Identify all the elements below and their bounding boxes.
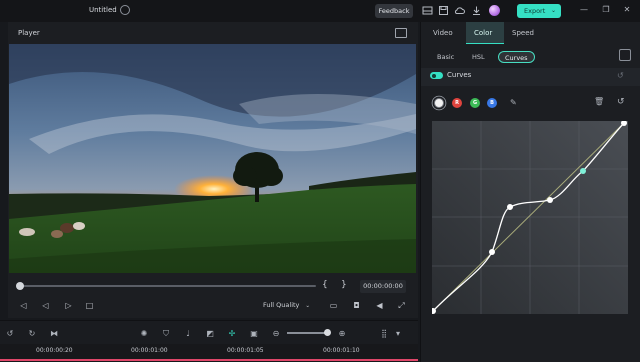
export-label: Export (524, 7, 546, 15)
curves-section-label: Curves (447, 71, 472, 79)
avatar[interactable] (489, 5, 500, 16)
playback-scrubber[interactable] (18, 285, 316, 287)
channel-blue-button[interactable]: B (487, 98, 497, 108)
effects-icon[interactable]: ✺ (138, 328, 150, 340)
minimize-button[interactable]: — (578, 4, 590, 16)
title-bar: Untitled Feedback Export ⌄ — ❐ ✕ (0, 0, 640, 22)
tab-video[interactable]: Video (433, 29, 453, 37)
player-title: Player (18, 29, 40, 37)
microphone-icon[interactable]: ♩ (182, 328, 194, 340)
prev-frame-icon[interactable]: ◁ (18, 300, 29, 311)
subtab-basic[interactable]: Basic (431, 51, 460, 63)
display-icon[interactable]: ▭ (328, 300, 339, 311)
subtab-hsl[interactable]: HSL (466, 51, 491, 63)
reset-section-icon[interactable]: ↺ (617, 71, 624, 80)
quality-label: Full Quality (263, 301, 300, 309)
tab-underline (466, 43, 504, 44)
snapshot-view-icon[interactable] (395, 28, 407, 38)
compare-icon[interactable] (619, 49, 631, 61)
chevron-down-icon: ⌄ (305, 303, 311, 309)
ruler-tick: 00:00:01:00 (131, 347, 168, 354)
playback-controls: { } 00:00:00:00 ◁ ◁ ▷ □ Full Quality ⌄ ▭ … (8, 273, 418, 318)
volume-icon[interactable]: ◀ (374, 300, 385, 311)
zoom-slider-handle[interactable] (324, 329, 331, 336)
redo-icon[interactable]: ↻ (26, 328, 38, 340)
step-back-icon[interactable]: ◁ (40, 300, 51, 311)
curves-toggle[interactable] (430, 72, 443, 79)
fullscreen-icon[interactable]: ⤢ (396, 300, 407, 311)
subtab-curves[interactable]: Curves (498, 51, 535, 63)
zoom-in-icon[interactable]: ⊕ (336, 328, 348, 340)
cloud-status-icon[interactable] (120, 5, 130, 15)
timecode-display: 00:00:00:00 (360, 280, 406, 293)
playhead-handle[interactable] (16, 282, 24, 290)
close-button[interactable]: ✕ (621, 4, 633, 16)
zoom-out-icon[interactable]: ⊖ (270, 328, 282, 340)
video-preview[interactable] (9, 44, 416, 294)
save-icon[interactable] (438, 5, 449, 16)
channel-red-button[interactable]: R (452, 98, 462, 108)
ruler-tick: 00:00:00:20 (36, 347, 73, 354)
sticker-icon[interactable]: ◩ (204, 328, 216, 340)
curve-point[interactable] (489, 249, 495, 255)
mark-out-button[interactable]: } (341, 280, 347, 290)
quality-select[interactable]: Full Quality ⌄ (263, 301, 310, 309)
curve-point[interactable] (547, 197, 553, 203)
tab-color[interactable]: Color (474, 29, 492, 37)
split-icon[interactable]: ⧓ (48, 328, 60, 340)
caption-icon[interactable]: ▣ (248, 328, 260, 340)
curve-point[interactable] (507, 204, 513, 210)
play-icon[interactable]: ▷ (63, 300, 74, 311)
feedback-button[interactable]: Feedback (375, 4, 413, 18)
restore-button[interactable]: ❐ (600, 4, 612, 16)
trash-icon[interactable]: 🗑 (594, 97, 604, 106)
download-icon[interactable] (471, 5, 482, 16)
channel-green-button[interactable]: G (470, 98, 480, 108)
cloud-upload-icon[interactable] (454, 5, 465, 16)
camera-icon[interactable]: ◘ (351, 300, 362, 311)
project-title[interactable]: Untitled (89, 6, 117, 14)
grid-layout-icon[interactable]: ⣿ (378, 328, 390, 340)
tab-speed[interactable]: Speed (512, 29, 534, 37)
chevron-down-icon[interactable]: ▾ (392, 328, 404, 340)
export-button[interactable]: Export ⌄ (517, 4, 561, 18)
ruler-tick: 00:00:01:10 (323, 347, 360, 354)
reset-curve-icon[interactable]: ↺ (617, 97, 625, 107)
shield-icon[interactable]: ⛉ (160, 328, 172, 340)
timeline-track-marker (0, 359, 418, 361)
eyedropper-icon[interactable]: ✎ (510, 98, 517, 107)
chevron-down-icon: ⌄ (550, 7, 556, 14)
properties-panel: Video Color Speed Basic HSL Curves Curve… (420, 22, 640, 362)
channel-white-button[interactable] (434, 98, 444, 108)
ruler-tick: 00:00:01:05 (227, 347, 264, 354)
layout-icon[interactable] (422, 5, 433, 16)
curves-editor[interactable] (432, 121, 628, 314)
snap-icon[interactable]: ✢ (226, 328, 238, 340)
zoom-slider[interactable] (287, 332, 327, 334)
curve-point-selected[interactable] (580, 168, 586, 174)
mark-in-button[interactable]: { (322, 280, 328, 290)
undo-icon[interactable]: ↺ (4, 328, 16, 340)
stop-icon[interactable]: □ (84, 300, 95, 311)
